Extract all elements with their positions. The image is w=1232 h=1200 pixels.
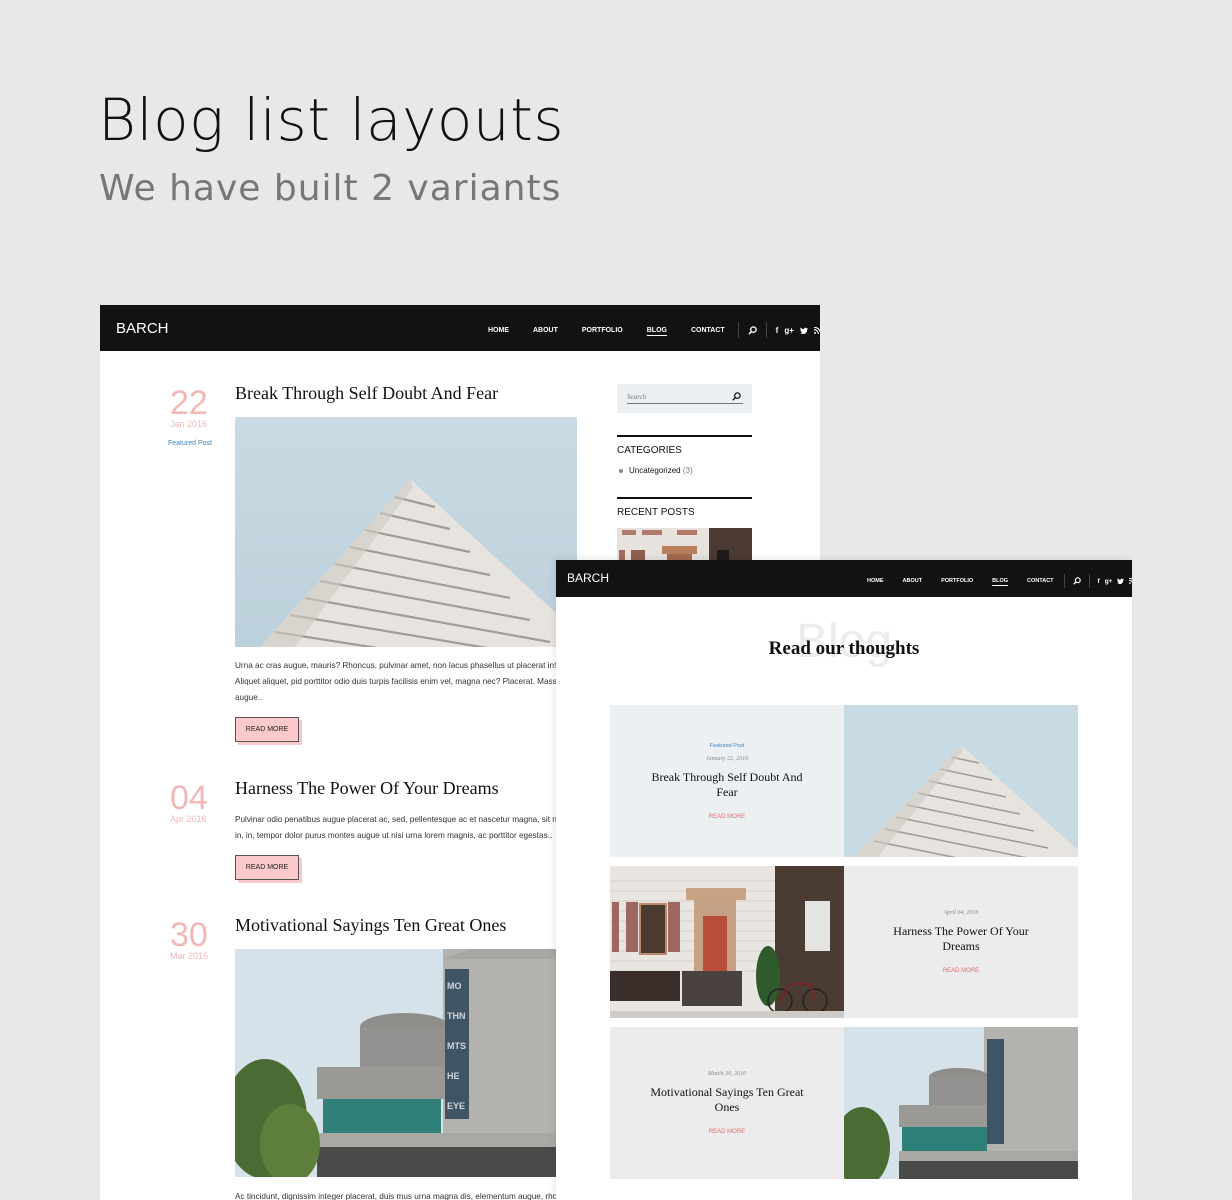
- post-excerpt: Urna ac cras augue, mauris? Rhoncus, pul…: [235, 661, 557, 702]
- search-input[interactable]: [627, 391, 743, 404]
- card-date: January 22, 2016: [705, 755, 749, 762]
- card-title[interactable]: Harness The Power Of Your Dreams: [881, 924, 1041, 954]
- page-title: Blog list layouts: [98, 86, 565, 154]
- search-icon[interactable]: [732, 392, 741, 401]
- google-plus-icon[interactable]: g+: [1105, 578, 1113, 585]
- read-more-button[interactable]: READ MORE: [235, 717, 299, 742]
- widget-divider: [617, 497, 752, 499]
- svg-text:EYE: EYE: [447, 1101, 465, 1111]
- nav-menu: HOME ABOUT PORTFOLIO BLOG CONTACT f g+: [867, 574, 1132, 588]
- card-date: April 04, 2016: [943, 910, 979, 916]
- post-date-day: 22: [170, 384, 208, 422]
- card-title[interactable]: Break Through Self Doubt And Fear: [647, 770, 807, 800]
- recent-posts-title: RECENT POSTS: [617, 507, 695, 518]
- nav-portfolio[interactable]: PORTFOLIO: [582, 327, 623, 334]
- read-more-button[interactable]: READ MORE: [235, 855, 299, 880]
- blog-list-variant-2: BARCH HOME ABOUT PORTFOLIO BLOG CONTACT …: [556, 560, 1132, 1200]
- post-image-concrete-museum[interactable]: MO THN MTS HE EYE: [235, 949, 577, 1177]
- nav-divider: [1063, 574, 1065, 588]
- card-text: April 04, 2016 Harness The Power Of Your…: [844, 866, 1078, 1018]
- blog-card: April 04, 2016 Harness The Power Of Your…: [610, 866, 1078, 1018]
- categories-title: CATEGORIES: [617, 445, 682, 456]
- post-image-pyramid-building[interactable]: [235, 417, 577, 647]
- nav-contact[interactable]: CONTACT: [1027, 578, 1053, 584]
- nav-about[interactable]: ABOUT: [533, 327, 558, 334]
- svg-text:HE: HE: [447, 1071, 460, 1081]
- blog-heading: Read our thoughts: [768, 638, 920, 659]
- card-date: March 30, 2016: [707, 1071, 747, 1077]
- svg-text:MTS: MTS: [447, 1041, 466, 1051]
- blog-card: March 30, 2016 Motivational Sayings Ten …: [610, 1027, 1078, 1179]
- post-excerpt: Pulvinar odio penatibus augue placerat a…: [235, 815, 563, 840]
- card-text: March 30, 2016 Motivational Sayings Ten …: [610, 1027, 844, 1179]
- read-more-link[interactable]: READ MORE: [709, 1129, 745, 1135]
- card-image-pyramid-building[interactable]: [844, 705, 1078, 857]
- card-title[interactable]: Motivational Sayings Ten Great Ones: [647, 1085, 807, 1115]
- nav-divider: [737, 322, 739, 338]
- card-text: Featured Post January 22, 2016 Break Thr…: [610, 705, 844, 857]
- brand-logo[interactable]: BARCH: [116, 320, 169, 337]
- facebook-icon[interactable]: f: [776, 326, 779, 335]
- search-icon[interactable]: [748, 325, 757, 335]
- nav-home[interactable]: HOME: [488, 327, 509, 334]
- nav-contact[interactable]: CONTACT: [691, 327, 725, 334]
- category-count: (3): [682, 466, 693, 475]
- widget-divider: [617, 435, 752, 437]
- featured-post-label[interactable]: Featured Post: [710, 743, 745, 749]
- top-nav: BARCH HOME ABOUT PORTFOLIO BLOG CONTACT …: [100, 305, 820, 351]
- svg-text:MO: MO: [447, 981, 462, 991]
- post-date-day: 30: [170, 916, 208, 954]
- card-image-concrete-museum[interactable]: [844, 1027, 1078, 1179]
- twitter-icon[interactable]: [799, 327, 808, 334]
- svg-text:THN: THN: [447, 1011, 466, 1021]
- nav-menu: HOME ABOUT PORTFOLIO BLOG CONTACT f g+: [488, 322, 820, 338]
- google-plus-icon[interactable]: g+: [784, 326, 794, 335]
- search-icon[interactable]: [1072, 577, 1081, 585]
- read-more-link[interactable]: READ MORE: [709, 814, 745, 820]
- rss-icon[interactable]: [1129, 578, 1132, 584]
- post-title[interactable]: Break Through Self Doubt And Fear: [235, 383, 498, 404]
- post-date-day: 04: [170, 779, 208, 817]
- nav-home[interactable]: HOME: [867, 578, 884, 584]
- read-more-link[interactable]: READ MORE: [943, 968, 979, 974]
- twitter-icon[interactable]: [1117, 578, 1125, 584]
- page-subtitle: We have built 2 variants: [99, 168, 562, 209]
- brand-logo[interactable]: BARCH: [567, 571, 609, 585]
- nav-portfolio[interactable]: PORTFOLIO: [941, 578, 973, 584]
- post-date-month-year: Jan 2016: [170, 419, 208, 429]
- post-excerpt: Ac tincidunt, dignissim integer placerat…: [235, 1192, 560, 1200]
- search-widget: [617, 384, 752, 413]
- category-link[interactable]: Uncategorized (3): [617, 466, 752, 475]
- post-date-month-year: Mar 2016: [170, 951, 209, 961]
- nav-divider: [1088, 574, 1090, 588]
- nav-blog[interactable]: BLOG: [992, 578, 1008, 584]
- facebook-icon[interactable]: f: [1098, 578, 1100, 585]
- card-image-townhouse-door[interactable]: [610, 866, 844, 1018]
- post-date-month-year: Apr 2016: [170, 814, 207, 824]
- post-title[interactable]: Motivational Sayings Ten Great Ones: [235, 915, 506, 936]
- rss-icon[interactable]: [813, 326, 820, 334]
- nav-about[interactable]: ABOUT: [903, 578, 923, 584]
- featured-post-label[interactable]: Featured Post: [168, 440, 212, 447]
- post-title[interactable]: Harness The Power Of Your Dreams: [235, 778, 499, 799]
- top-nav: BARCH HOME ABOUT PORTFOLIO BLOG CONTACT …: [556, 560, 1132, 597]
- sidebar: CATEGORIES Uncategorized (3) RECENT POST…: [617, 384, 752, 568]
- blog-card: Featured Post January 22, 2016 Break Thr…: [610, 705, 1078, 857]
- nav-divider: [765, 322, 767, 338]
- nav-blog[interactable]: BLOG: [647, 327, 667, 334]
